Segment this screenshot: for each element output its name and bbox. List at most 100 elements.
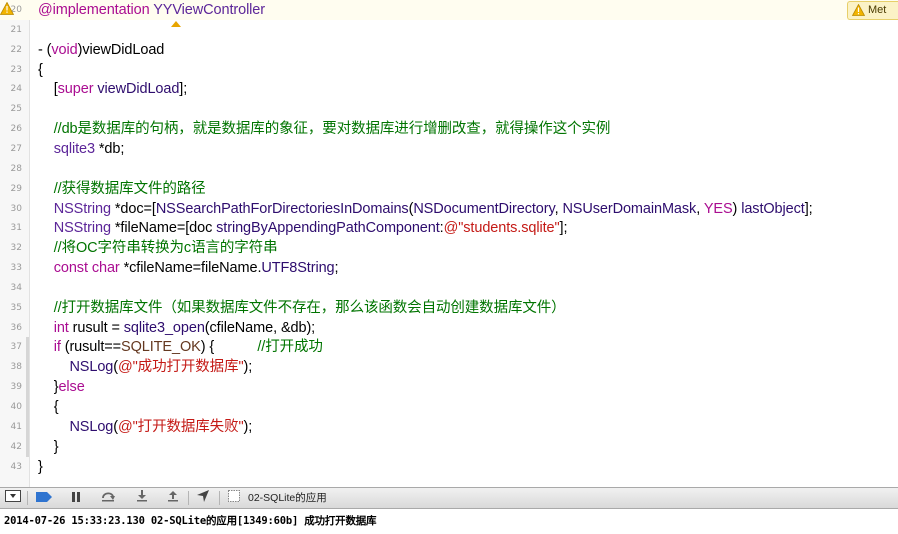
code-text: if (rusult==SQLITE_OK) { //打开成功 <box>38 337 323 357</box>
code-line[interactable]: 33 const char *cfileName=fileName.UTF8St… <box>0 258 898 278</box>
code-line[interactable]: 29 //获得数据库文件的路径 <box>0 179 898 199</box>
breakpoints-button[interactable] <box>33 490 55 506</box>
thread-label[interactable]: 02-SQLite的应用 <box>248 488 327 508</box>
thread-icon <box>228 489 240 507</box>
code-token: const <box>53 260 88 277</box>
code-token: ) { <box>200 339 258 356</box>
code-token: YES <box>703 200 733 217</box>
code-text: { <box>38 60 43 80</box>
code-line[interactable]: 31 NSString *fileName=[doc stringByAppen… <box>0 218 898 238</box>
code-line[interactable]: 32 //将OC字符串转换为c语言的字符串 <box>0 238 898 258</box>
code-token: char <box>91 260 120 277</box>
warning-squiggle-icon <box>170 14 182 27</box>
thread-selector-button[interactable] <box>224 490 244 506</box>
code-line[interactable]: 37 if (rusult==SQLITE_OK) { //打开成功 <box>0 337 898 357</box>
code-token: *doc=[ <box>110 200 156 217</box>
code-token: void <box>51 41 78 58</box>
code-line[interactable]: 38 NSLog(@"成功打开数据库"); <box>0 357 898 377</box>
code-token: stringByAppendingPathComponent <box>216 220 440 237</box>
code-line[interactable]: 23 { <box>0 60 898 80</box>
code-line[interactable]: 24 [super viewDidLoad]; <box>0 79 898 99</box>
step-into-button[interactable] <box>131 490 153 506</box>
source-editor[interactable]: 20 @implementation YYViewController 21 22 - … <box>0 0 898 487</box>
line-number: 34 <box>10 282 22 293</box>
issue-badge[interactable]: Met <box>847 1 898 20</box>
code-token: //db是数据库的句柄，就是数据库的象征，要对数据库进行增删改查，就得操作这个实… <box>38 121 611 138</box>
code-line[interactable]: 26 //db是数据库的句柄，就是数据库的象征，要对数据库进行增删改查，就得操作… <box>0 119 898 139</box>
step-out-icon <box>167 489 179 507</box>
code-line[interactable]: 43} <box>0 457 898 477</box>
line-number: 32 <box>10 243 22 254</box>
code-token: UTF8String <box>261 260 335 277</box>
code-line[interactable]: 35 //打开数据库文件（如果数据库文件不存在，那么该函数会自动创建数据库文件） <box>0 298 898 318</box>
separator <box>188 491 189 505</box>
code-line[interactable]: 41 NSLog(@"打开数据库失败"); <box>0 417 898 437</box>
line-number: 28 <box>10 163 22 174</box>
code-token: //获得数据库文件的路径 <box>38 180 206 197</box>
code-token: NSUserDomainMask <box>562 200 697 217</box>
code-line[interactable]: 20 @implementation YYViewController <box>0 0 898 20</box>
code-line[interactable]: 34 <box>0 278 898 298</box>
code-line[interactable]: 25 <box>0 99 898 119</box>
console-area[interactable]: 2014-07-26 15:33:23.130 02-SQLite的应用[134… <box>0 509 898 534</box>
code-text: //将OC字符串转换为c语言的字符串 <box>38 238 278 258</box>
code-token: } <box>38 438 59 455</box>
code-token: @"students.sqlite" <box>443 220 560 237</box>
code-token: (cfileName, &db); <box>204 319 316 336</box>
code-token: { <box>38 61 43 78</box>
separator <box>219 491 220 505</box>
code-token: *db; <box>94 140 125 157</box>
toggle-console-button[interactable] <box>2 490 24 506</box>
code-text: //获得数据库文件的路径 <box>38 179 206 199</box>
code-token: } <box>38 458 43 475</box>
code-token: ); <box>243 418 253 435</box>
code-text: //db是数据库的句柄，就是数据库的象征，要对数据库进行增删改查，就得操作这个实… <box>38 119 611 139</box>
code-token: sqlite3 <box>53 140 95 157</box>
code-line[interactable]: 39 }else <box>0 377 898 397</box>
code-line[interactable]: 28 <box>0 159 898 179</box>
line-number: 42 <box>10 441 22 452</box>
code-token: { <box>38 399 59 415</box>
line-number: 23 <box>10 64 22 75</box>
code-token: //将OC字符串转换为c语言的字符串 <box>38 240 278 257</box>
code-token: *fileName=[doc <box>110 220 217 237</box>
line-number: 21 <box>10 24 22 35</box>
code-text: - (void)viewDidLoad <box>38 40 164 60</box>
pause-icon <box>71 489 81 507</box>
warning-icon[interactable] <box>0 1 15 17</box>
location-icon <box>197 489 209 507</box>
code-line[interactable]: 36 int rusult = sqlite3_open(cfileName, … <box>0 318 898 338</box>
code-line[interactable]: 27 sqlite3 *db; <box>0 139 898 159</box>
code-token: ; <box>334 260 339 277</box>
code-token: @"打开数据库失败" <box>118 418 244 435</box>
line-number: 22 <box>10 44 22 55</box>
code-text: } <box>38 437 59 457</box>
code-line[interactable]: 30 NSString *doc=[NSSearchPathForDirecto… <box>0 199 898 219</box>
code-line[interactable]: 21 <box>0 20 898 40</box>
code-token: NSString <box>53 220 111 237</box>
step-out-button[interactable] <box>162 490 184 506</box>
code-token: ); <box>243 359 253 376</box>
code-text: NSLog(@"成功打开数据库"); <box>38 357 252 377</box>
simulate-location-button[interactable] <box>192 490 214 506</box>
code-token: NSDocumentDirectory <box>413 200 555 217</box>
code-text: { <box>38 397 59 417</box>
line-number: 33 <box>10 263 22 274</box>
separator <box>27 491 28 505</box>
step-over-button[interactable] <box>97 490 119 506</box>
code-token: NSString <box>53 200 111 217</box>
line-number: 40 <box>10 402 22 412</box>
code-line[interactable]: 22 - (void)viewDidLoad <box>0 40 898 60</box>
pause-button[interactable] <box>65 490 87 506</box>
code-line[interactable]: 42 } <box>0 437 898 457</box>
code-token: ) <box>732 200 742 217</box>
code-token: @"成功打开数据库" <box>118 359 244 376</box>
code-token: SQLITE_OK <box>121 339 201 356</box>
code-token: if <box>53 339 61 356</box>
code-line[interactable]: 40 { <box>0 397 898 417</box>
console-output-line: 2014-07-26 15:33:23.130 02-SQLite的应用[134… <box>4 515 377 527</box>
